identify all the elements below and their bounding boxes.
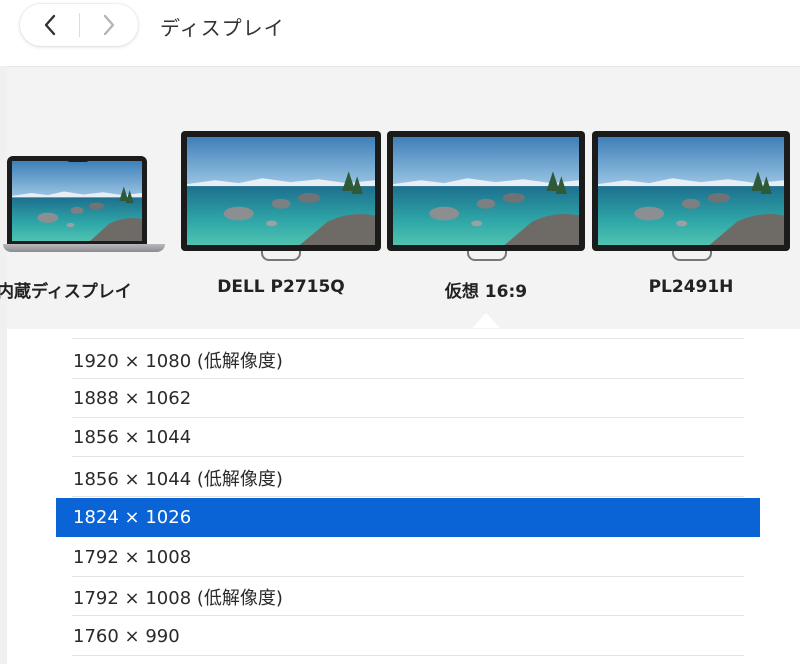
- resolution-option[interactable]: 1920 × 1080 (低解像度): [56, 340, 760, 379]
- display-label: DELL P2715Q: [217, 277, 345, 297]
- resolution-option[interactable]: 1856 × 1044 (低解像度): [56, 458, 760, 497]
- displays-arrangement: 内蔵ディスプレイ DELL P2715Q 仮想 16:9 PL2491H: [0, 67, 800, 329]
- chevron-left-icon: [44, 14, 55, 36]
- resolution-option[interactable]: 1792 × 1008 (低解像度): [56, 577, 760, 616]
- resolution-option-selected[interactable]: 1824 × 1026: [56, 498, 760, 537]
- monitor-icon: [181, 131, 381, 251]
- display-pl2491h[interactable]: PL2491H: [592, 67, 792, 329]
- resolution-option[interactable]: 1760 × 990: [56, 617, 760, 656]
- sidebar-edge: [0, 66, 7, 664]
- monitor-icon: [387, 131, 585, 251]
- resolution-option[interactable]: 1888 × 1062: [56, 379, 760, 418]
- page-title: ディスプレイ: [160, 16, 285, 40]
- display-dell[interactable]: DELL P2715Q: [181, 67, 381, 329]
- chevron-right-icon: [103, 14, 114, 36]
- selection-pointer: [472, 313, 500, 328]
- list-divider: [72, 338, 744, 339]
- display-label: 仮想 16:9: [444, 282, 528, 302]
- monitor-icon: [592, 131, 790, 251]
- laptop-icon: [7, 156, 147, 244]
- toolbar: ディスプレイ: [0, 0, 800, 67]
- display-label: PL2491H: [648, 277, 734, 297]
- forward-button[interactable]: [79, 4, 138, 46]
- display-builtin[interactable]: 内蔵ディスプレイ: [0, 67, 167, 329]
- resolution-option[interactable]: 1856 × 1044: [56, 418, 760, 457]
- display-label: 内蔵ディスプレイ: [0, 282, 132, 302]
- navigation-buttons: [20, 4, 138, 46]
- resolution-option[interactable]: 1792 × 1008: [56, 538, 760, 577]
- back-button[interactable]: [20, 4, 79, 46]
- display-virtual[interactable]: 仮想 16:9: [387, 67, 587, 329]
